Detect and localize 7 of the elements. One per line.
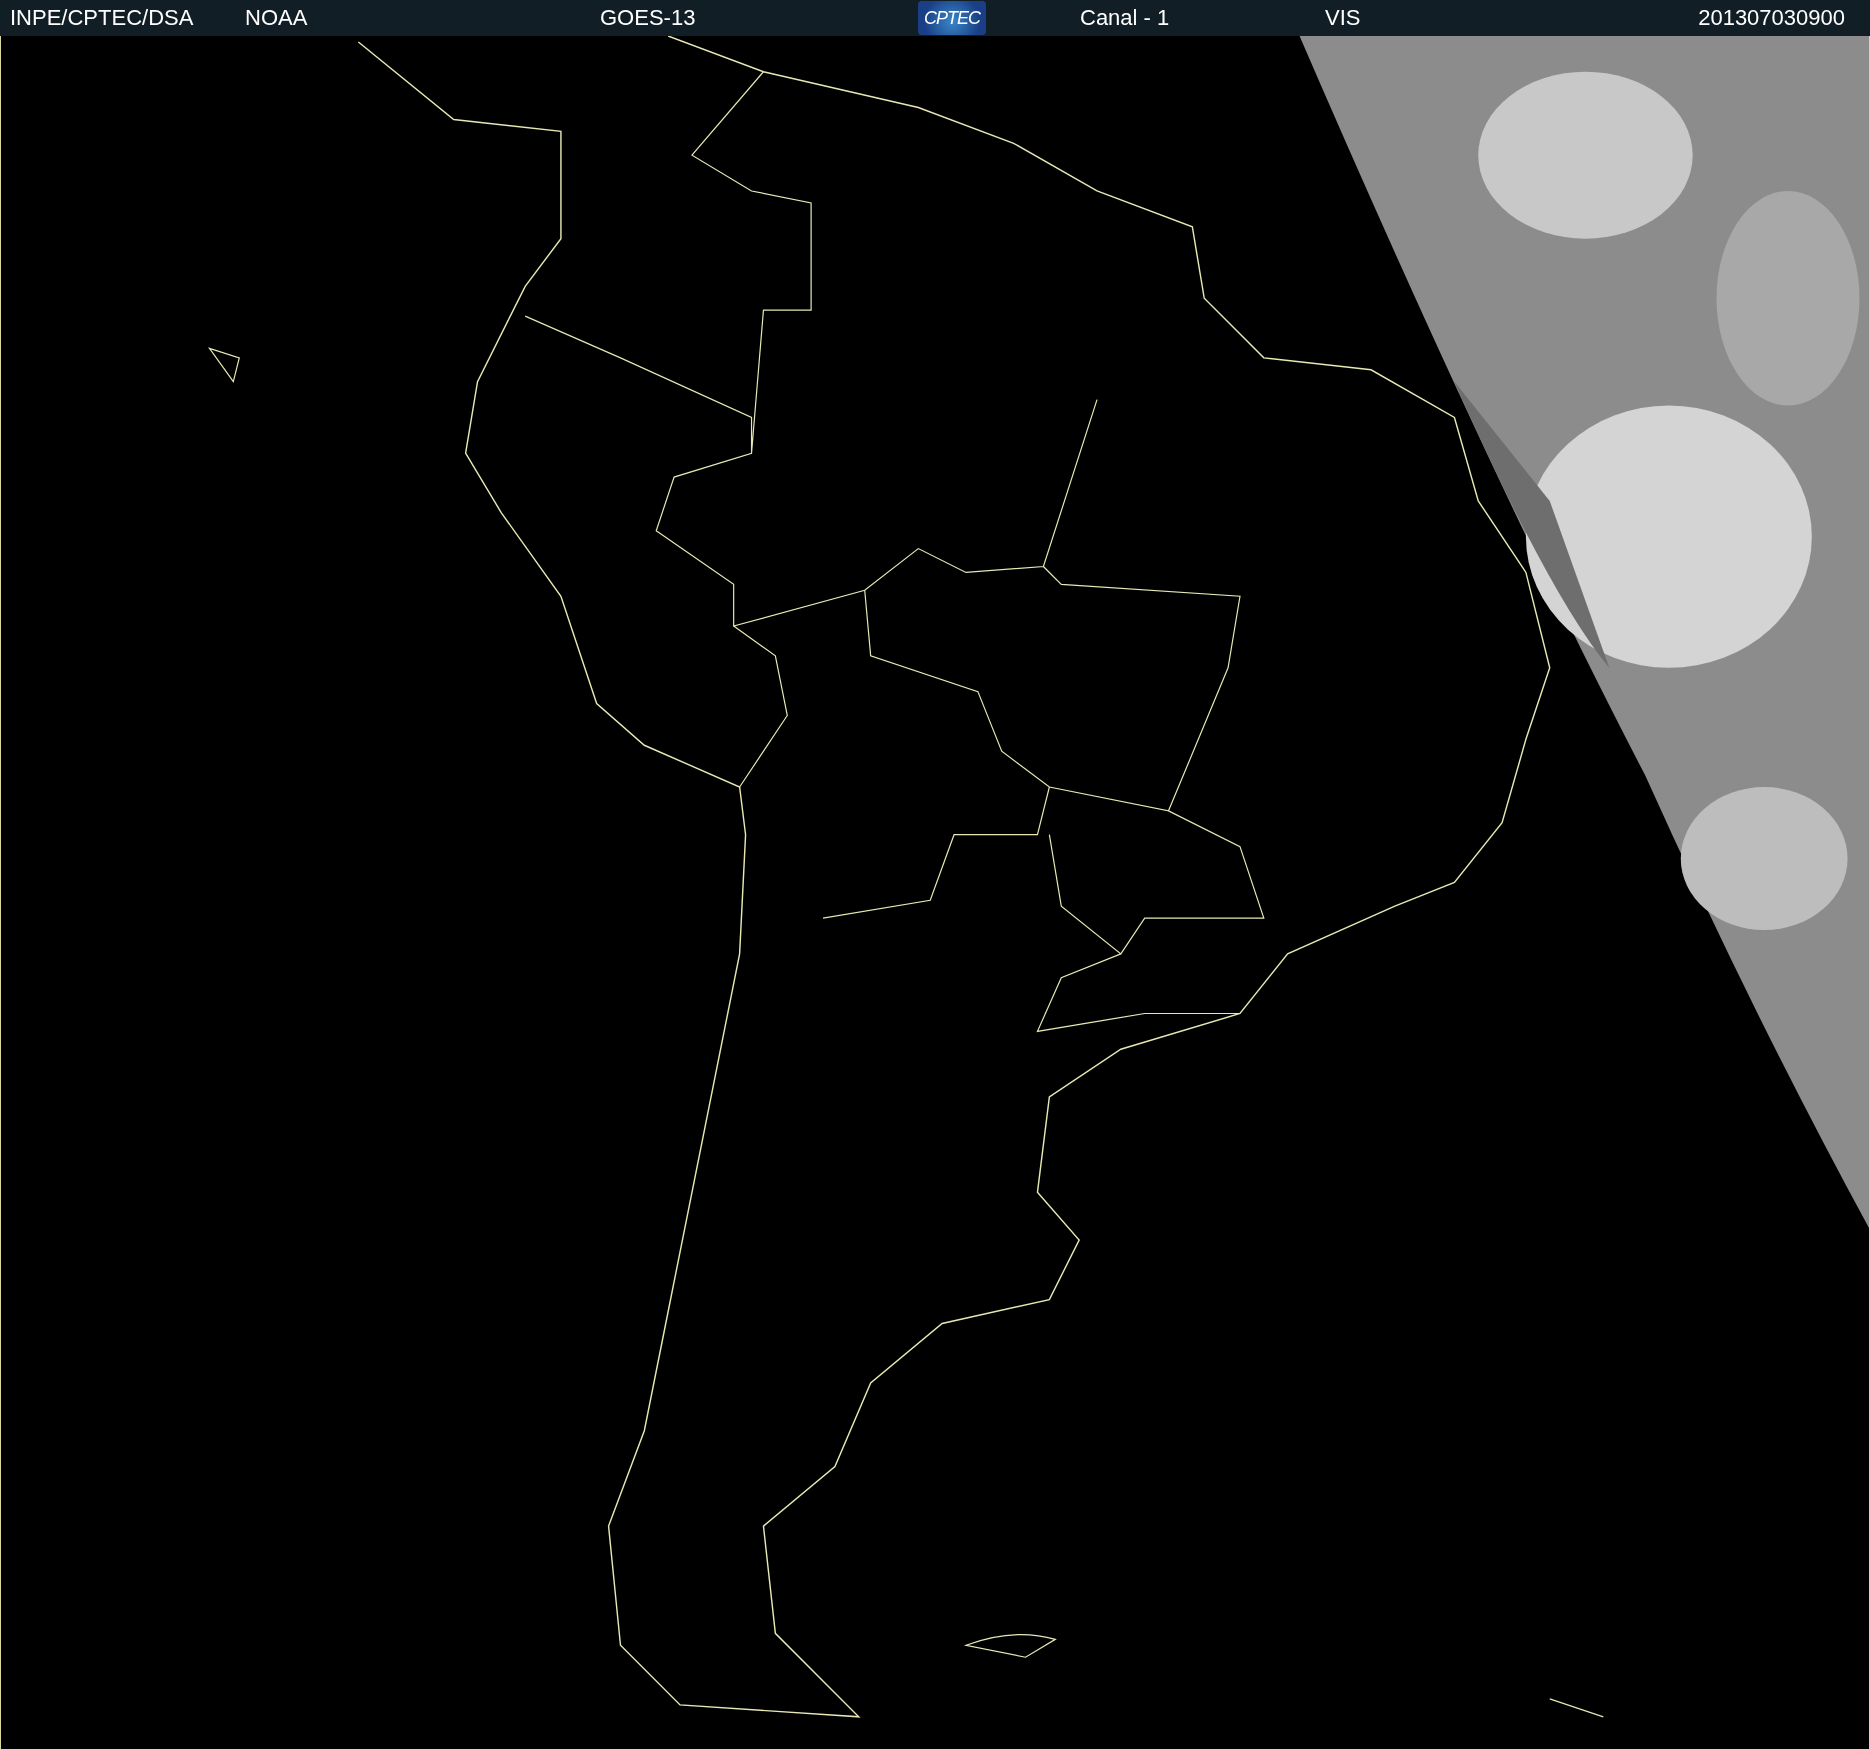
- header-label: NOAA: [245, 5, 308, 31]
- header-label: INPE/CPTEC/DSA: [10, 5, 194, 31]
- logo: CPTEC: [918, 1, 986, 35]
- header-label: VIS: [1325, 5, 1361, 31]
- header-label: GOES-13: [600, 5, 696, 31]
- header-label: Canal - 1: [1080, 5, 1170, 31]
- header-label: 201307030900: [1698, 5, 1845, 31]
